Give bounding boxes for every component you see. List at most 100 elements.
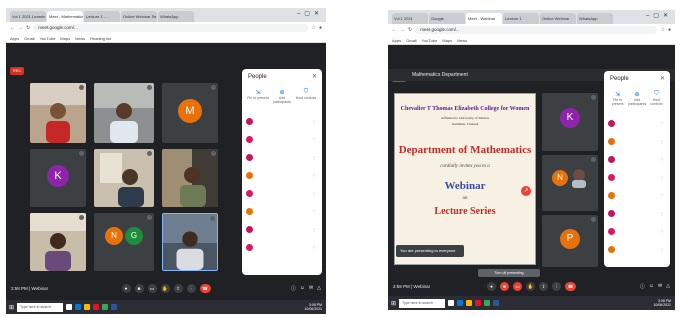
- more-icon[interactable]: ⋮: [660, 211, 666, 216]
- bookmark[interactable]: Gmail: [24, 36, 34, 41]
- more-icon[interactable]: ⋮: [312, 191, 318, 196]
- more-options-icon[interactable]: ⋮: [186, 283, 196, 293]
- captions-icon[interactable]: ▭: [147, 283, 157, 293]
- word-icon[interactable]: [493, 300, 500, 306]
- bookmark[interactable]: News: [75, 36, 85, 41]
- more-icon[interactable]: ⋮: [660, 247, 666, 252]
- profile-icon[interactable]: ●: [668, 27, 671, 33]
- participant-tile[interactable]: [30, 213, 86, 271]
- participant-tile-active[interactable]: [162, 213, 218, 271]
- more-icon[interactable]: ⋮: [312, 137, 318, 142]
- folder-icon[interactable]: [84, 304, 91, 310]
- app-icon[interactable]: [475, 300, 482, 306]
- app-icon[interactable]: [93, 304, 100, 310]
- raise-hand-icon[interactable]: ✋: [160, 283, 170, 293]
- end-call-icon[interactable]: ☎: [565, 281, 576, 291]
- bookmark[interactable]: Apps: [10, 36, 19, 41]
- folder-icon[interactable]: [466, 300, 473, 306]
- present-icon[interactable]: ⇪: [173, 283, 183, 293]
- end-call-icon[interactable]: ☎: [199, 283, 211, 293]
- bookmark[interactable]: Gmail: [406, 38, 416, 43]
- profile-icon[interactable]: ●: [319, 25, 322, 31]
- forward-icon[interactable]: →: [18, 25, 23, 31]
- chat-icon[interactable]: ✉: [658, 283, 662, 290]
- chrome-icon[interactable]: [484, 300, 491, 306]
- mic-icon[interactable]: ●: [121, 283, 131, 293]
- participant-row[interactable]: ⋮: [246, 113, 318, 129]
- browser-tab[interactable]: Vol 1 2021 Learnin: [10, 11, 46, 22]
- people-icon[interactable]: ☺: [649, 283, 654, 290]
- participant-row[interactable]: ⋮: [246, 167, 318, 183]
- participant-tile[interactable]: K: [542, 93, 598, 151]
- host-controls-tool[interactable]: ⛉ Host controls: [648, 91, 665, 109]
- participant-row[interactable]: ⋮: [246, 185, 318, 201]
- browser-tab[interactable]: Online Webinar Se: [121, 11, 157, 22]
- participant-row[interactable]: ⋮: [246, 131, 318, 147]
- windows-start-icon[interactable]: ⊞: [391, 300, 396, 307]
- more-icon[interactable]: ⋮: [660, 157, 666, 162]
- bookmark[interactable]: Reading list: [90, 36, 111, 41]
- host-controls-tool[interactable]: ⛉ Host controls: [295, 89, 317, 107]
- browser-tab[interactable]: Online Webinar: [540, 13, 576, 24]
- bookmark[interactable]: News: [457, 38, 467, 43]
- browser-tab-active[interactable]: Meet - Webinar: [466, 13, 502, 24]
- participant-row[interactable]: ⋮: [608, 241, 666, 257]
- participant-tile[interactable]: [30, 83, 86, 143]
- activities-icon[interactable]: △: [317, 285, 321, 292]
- more-icon[interactable]: ⋮: [660, 121, 666, 126]
- participant-row[interactable]: ⋮: [608, 133, 666, 149]
- taskbar-search[interactable]: Type here to search: [399, 298, 446, 308]
- more-icon[interactable]: ⋮: [312, 119, 318, 124]
- info-icon[interactable]: ⓘ: [640, 283, 645, 290]
- edge-icon[interactable]: [457, 300, 464, 306]
- browser-tab[interactable]: WhatsApp: [158, 11, 194, 22]
- close-icon[interactable]: ✕: [660, 75, 665, 82]
- url-field[interactable]: meet.google.com/...: [33, 24, 309, 32]
- raise-hand-icon[interactable]: ✋: [526, 281, 535, 291]
- more-icon[interactable]: ⋮: [660, 139, 666, 144]
- browser-tab[interactable]: WhatsApp: [577, 13, 613, 24]
- participant-row[interactable]: ⋮: [608, 169, 666, 185]
- participant-row[interactable]: ⋮: [246, 149, 318, 165]
- reload-icon[interactable]: ↻: [26, 25, 30, 31]
- task-view-icon[interactable]: [448, 300, 455, 306]
- pin-tool[interactable]: ⇲ Pin to present: [609, 91, 626, 109]
- participant-row[interactable]: ⋮: [246, 239, 318, 255]
- participant-row[interactable]: ⋮: [608, 223, 666, 239]
- star-icon[interactable]: ☆: [660, 27, 664, 33]
- camera-off-icon[interactable]: ■: [500, 281, 509, 291]
- browser-tab-active[interactable]: Meet - Mathematics: [47, 11, 83, 22]
- bookmark[interactable]: Maps: [442, 38, 452, 43]
- browser-tab[interactable]: Google: [429, 13, 465, 24]
- participant-row[interactable]: ⋮: [246, 203, 318, 219]
- taskbar-search[interactable]: Type here to search: [17, 302, 64, 312]
- url-field[interactable]: meet.google.com/...: [415, 26, 658, 34]
- more-icon[interactable]: ⋮: [660, 229, 666, 234]
- info-icon[interactable]: ⓘ: [291, 285, 296, 292]
- participant-row[interactable]: ⋮: [608, 115, 666, 131]
- close-icon[interactable]: ✕: [312, 73, 317, 80]
- window-controls[interactable]: –▢✕: [646, 12, 672, 19]
- chat-icon[interactable]: ✉: [309, 285, 313, 292]
- reload-icon[interactable]: ↻: [408, 27, 412, 33]
- more-icon[interactable]: ⋮: [312, 209, 318, 214]
- bookmark[interactable]: YouTube: [422, 38, 438, 43]
- participant-tile[interactable]: P: [542, 215, 598, 267]
- participant-tile[interactable]: N: [542, 155, 598, 211]
- more-icon[interactable]: ⋮: [660, 175, 666, 180]
- people-icon[interactable]: ☺: [300, 285, 305, 292]
- back-icon[interactable]: ←: [10, 25, 15, 31]
- captions-icon[interactable]: ▭: [513, 281, 522, 291]
- more-options-icon[interactable]: ⋮: [552, 281, 561, 291]
- pin-tool[interactable]: ⇲ Pin to present: [247, 89, 269, 107]
- participant-tile[interactable]: M: [162, 83, 218, 143]
- browser-tab[interactable]: Lecture 1: [503, 13, 539, 24]
- chrome-icon[interactable]: [102, 304, 109, 310]
- add-people-tool[interactable]: ⊕ Add participants: [271, 89, 293, 107]
- mic-icon[interactable]: ●: [487, 281, 496, 291]
- participant-row[interactable]: ⋮: [608, 205, 666, 221]
- forward-icon[interactable]: →: [400, 27, 405, 33]
- camera-icon[interactable]: ■: [134, 283, 144, 293]
- activities-icon[interactable]: △: [666, 283, 670, 290]
- window-controls[interactable]: –▢✕: [297, 10, 323, 17]
